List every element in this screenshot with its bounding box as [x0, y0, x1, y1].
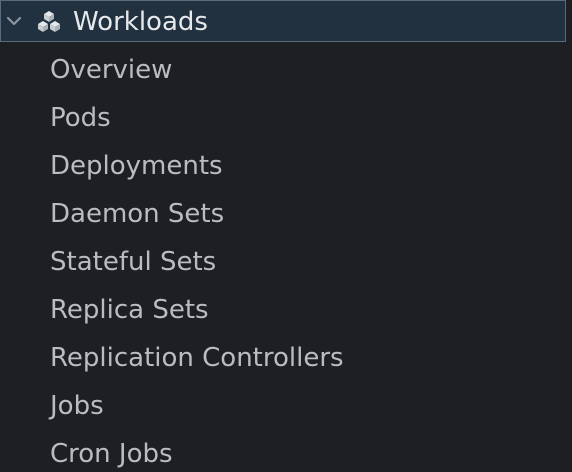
- sidebar-item-deployments[interactable]: Deployments: [0, 142, 572, 190]
- sidebar-item-daemon-sets[interactable]: Daemon Sets: [0, 190, 572, 238]
- sidebar-item-overview[interactable]: Overview: [0, 46, 572, 94]
- sidebar-item-replica-sets[interactable]: Replica Sets: [0, 286, 572, 334]
- sidebar-item-cron-jobs[interactable]: Cron Jobs: [0, 430, 572, 472]
- workloads-menu: Overview Pods Deployments Daemon Sets St…: [0, 46, 572, 472]
- workloads-group-header[interactable]: Workloads: [0, 0, 566, 42]
- sidebar-item-jobs[interactable]: Jobs: [0, 382, 572, 430]
- sidebar-item-replication-controllers[interactable]: Replication Controllers: [0, 334, 572, 382]
- chevron-down-icon[interactable]: [4, 11, 24, 31]
- cubes-icon: [38, 11, 60, 32]
- sidebar-item-stateful-sets[interactable]: Stateful Sets: [0, 238, 572, 286]
- group-title: Workloads: [73, 7, 208, 37]
- sidebar: Workloads Overview Pods Deployments Daem…: [0, 0, 572, 472]
- sidebar-item-pods[interactable]: Pods: [0, 94, 572, 142]
